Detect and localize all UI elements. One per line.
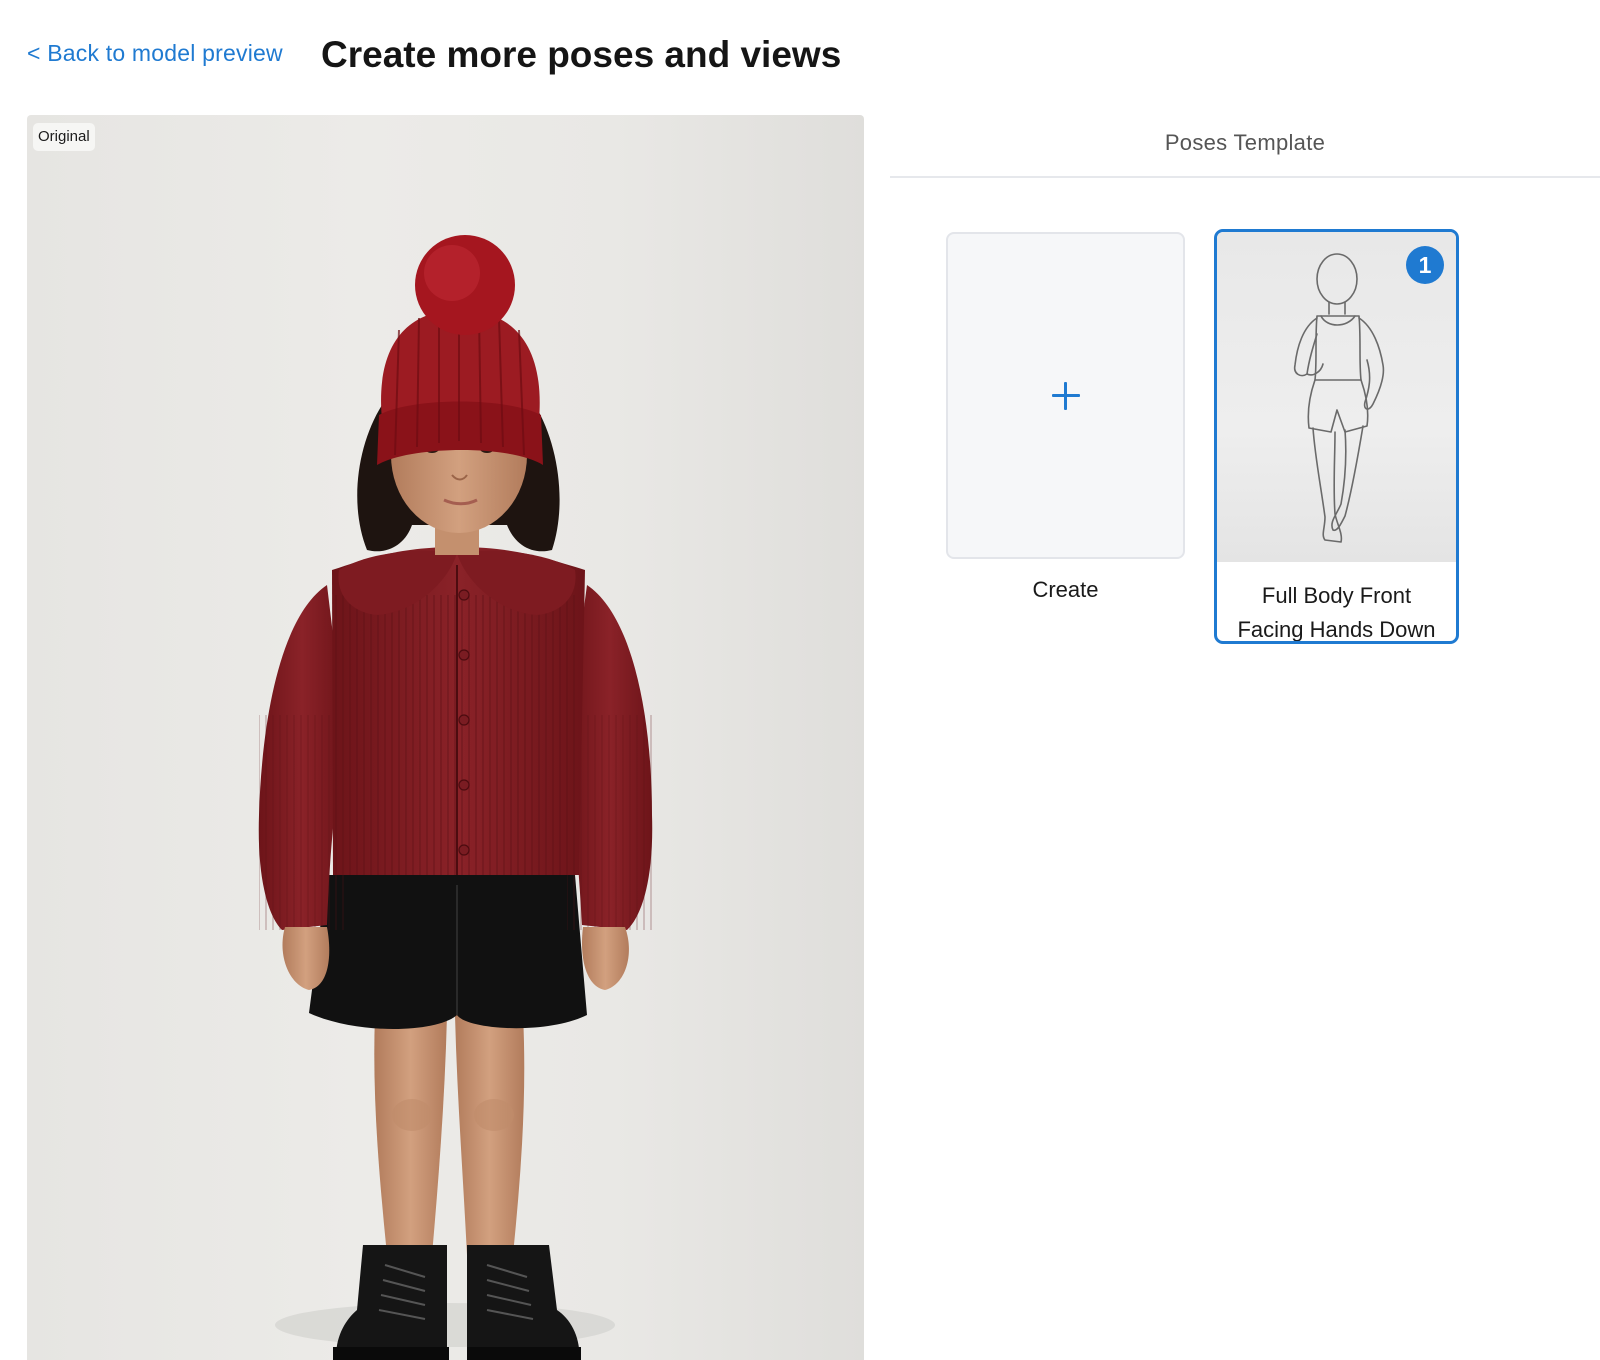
pose-card-label-line2: Facing Hands Down — [1237, 617, 1436, 642]
original-badge: Original — [33, 123, 95, 151]
tab-poses-template[interactable]: Poses Template — [890, 130, 1600, 156]
plus-icon — [1051, 381, 1080, 410]
page-title: Create more poses and views — [321, 34, 842, 75]
model-photo — [258, 235, 653, 1360]
pose-card-label: Full Body Front Facing Hands Down — [1217, 579, 1456, 642]
pose-card-label-line1: Full Body Front — [1261, 583, 1412, 608]
create-pose-card[interactable] — [946, 232, 1185, 559]
selection-count-badge: 1 — [1406, 246, 1444, 284]
create-card-label: Create — [1032, 577, 1099, 602]
back-to-model-preview-link[interactable]: < Back to model preview — [27, 40, 283, 67]
page: < Back to model preview Create more pose… — [0, 0, 1600, 1360]
original-image-preview: Original — [27, 115, 864, 1360]
tab-bar: Poses Template — [890, 120, 1600, 178]
pose-template-card-full-body-front[interactable]: 1 Full Body Front Facing Hands Down — [1214, 229, 1459, 644]
